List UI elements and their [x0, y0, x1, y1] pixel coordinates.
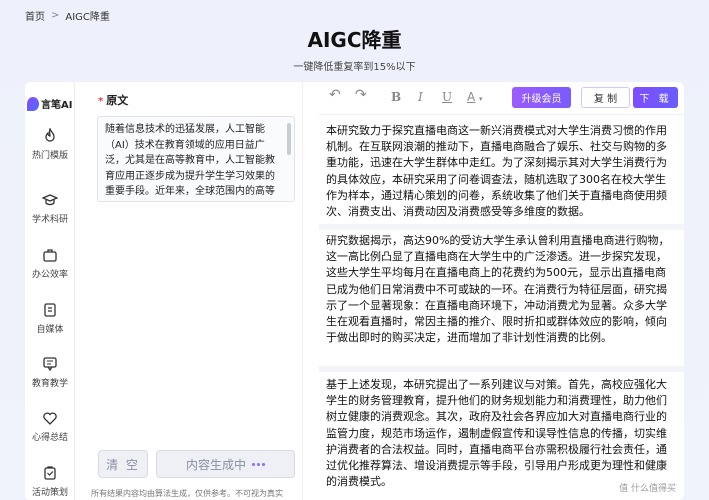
- result-paragraph: 研究数据揭示，高达90%的受访大学生承认曾利用直播电商进行购物，这一高比例凸显了…: [326, 234, 670, 345]
- original-label: * 原文: [98, 92, 128, 108]
- chat-icon: [43, 357, 57, 372]
- sidebar-item-self-media[interactable]: 自媒体: [25, 302, 75, 335]
- sidebar-item-hot-templates[interactable]: 热门模版: [25, 128, 75, 161]
- generate-button[interactable]: 内容生成中: [156, 450, 295, 478]
- result-content[interactable]: 本研究致力于探究直播电商这一新兴消费模式对大学生消费习惯的作用机制。在互联网浪潮…: [319, 114, 684, 500]
- clear-button[interactable]: 清 空: [98, 450, 148, 478]
- paragraph-divider: [319, 224, 684, 230]
- sidebar-item-label: 热门模版: [31, 151, 68, 161]
- logo-icon: [27, 96, 39, 111]
- underline-button[interactable]: U: [442, 90, 452, 104]
- clipboard-icon: [44, 466, 56, 480]
- text-color-button[interactable]: A ▾: [467, 90, 483, 104]
- loading-spinner-icon: [252, 462, 265, 466]
- sidebar-item-office[interactable]: 办公效率: [25, 247, 75, 280]
- app-logo[interactable]: 言笔AI: [25, 96, 81, 111]
- page-title: AIGC降重: [307, 28, 402, 52]
- breadcrumb: 首页 > AIGC降重: [25, 8, 110, 23]
- flame-icon: [45, 128, 55, 142]
- document-icon: [44, 303, 56, 317]
- copy-button[interactable]: 复 制: [581, 87, 630, 108]
- sidebar-item-label: 心得总结: [31, 433, 68, 443]
- heart-icon: [43, 412, 57, 425]
- graduation-cap-icon: [42, 194, 58, 206]
- watermark-logo: 值 什么值得买: [619, 484, 676, 494]
- sidebar-item-event-planning[interactable]: 活动策划: [25, 465, 75, 498]
- italic-button[interactable]: I: [418, 90, 423, 104]
- sidebar-item-label: 活动策划: [31, 488, 68, 498]
- original-label-text: 原文: [106, 94, 129, 107]
- paragraph-divider: [319, 366, 684, 372]
- upgrade-button[interactable]: 升级会员: [512, 87, 571, 108]
- briefcase-icon: [43, 249, 57, 262]
- sidebar-item-education[interactable]: 教育教学: [25, 356, 75, 389]
- redo-icon[interactable]: ↷: [355, 87, 367, 103]
- disclaimer-text: 所有结果内容均由算法生成，仅供参考。不可视为真实: [91, 489, 283, 498]
- original-text-panel: * 原文 随着信息技术的迅猛发展，人工智能（AI）技术在教育领域的应用日益广泛，尤…: [83, 82, 303, 500]
- required-marker: *: [98, 96, 104, 107]
- sidebar-item-label: 自媒体: [36, 325, 64, 335]
- bold-button[interactable]: B: [391, 90, 401, 104]
- main-card: 言笔AI 热门模版 学术科研 办公效率 自媒体 教育教学 心得总结 活动策划 *…: [25, 82, 684, 500]
- breadcrumb-current: AIGC降重: [65, 12, 110, 23]
- chevron-down-icon: ▾: [479, 95, 483, 103]
- undo-icon[interactable]: ↶: [329, 87, 341, 103]
- result-paragraph: 本研究致力于探究直播电商这一新兴消费模式对大学生消费习惯的作用机制。在互联网浪潮…: [326, 124, 667, 219]
- editor-toolbar: ↶ ↷ B I U A ▾ 升级会员 复 制 下 载: [319, 82, 684, 112]
- result-paragraph: 基于上述发现，本研究提出了一系列建议与对策。首先，高校应强化大学生的财务管理教育…: [326, 378, 667, 489]
- page-subtitle: 一键降低重复率到15%以下: [293, 62, 416, 73]
- sidebar-item-label: 教育教学: [31, 379, 68, 389]
- sidebar-item-label: 学术科研: [31, 215, 68, 225]
- original-text-input[interactable]: 随着信息技术的迅猛发展，人工智能（AI）技术在教育领域的应用日益广泛，尤其是在高…: [97, 116, 295, 202]
- sidebar-nav: 言笔AI 热门模版 学术科研 办公效率 自媒体 教育教学 心得总结 活动策划: [25, 82, 75, 500]
- text-color-icon: A: [467, 90, 476, 104]
- breadcrumb-separator: >: [51, 10, 60, 21]
- logo-text: 言笔AI: [41, 100, 73, 111]
- result-panel: ↶ ↷ B I U A ▾ 升级会员 复 制 下 载 本研究致力于探究直播电商这…: [319, 82, 684, 500]
- original-text-scrollbar[interactable]: [287, 123, 291, 155]
- sidebar-item-academic[interactable]: 学术科研: [25, 192, 75, 225]
- download-button[interactable]: 下 载: [633, 87, 678, 108]
- generate-button-label: 内容生成中: [185, 457, 246, 472]
- breadcrumb-home[interactable]: 首页: [25, 8, 45, 23]
- sidebar-item-label: 办公效率: [31, 270, 68, 280]
- original-text-content: 随着信息技术的迅猛发展，人工智能（AI）技术在教育领域的应用日益广泛，尤其是在高…: [105, 124, 275, 197]
- sidebar-item-summary[interactable]: 心得总结: [25, 410, 75, 443]
